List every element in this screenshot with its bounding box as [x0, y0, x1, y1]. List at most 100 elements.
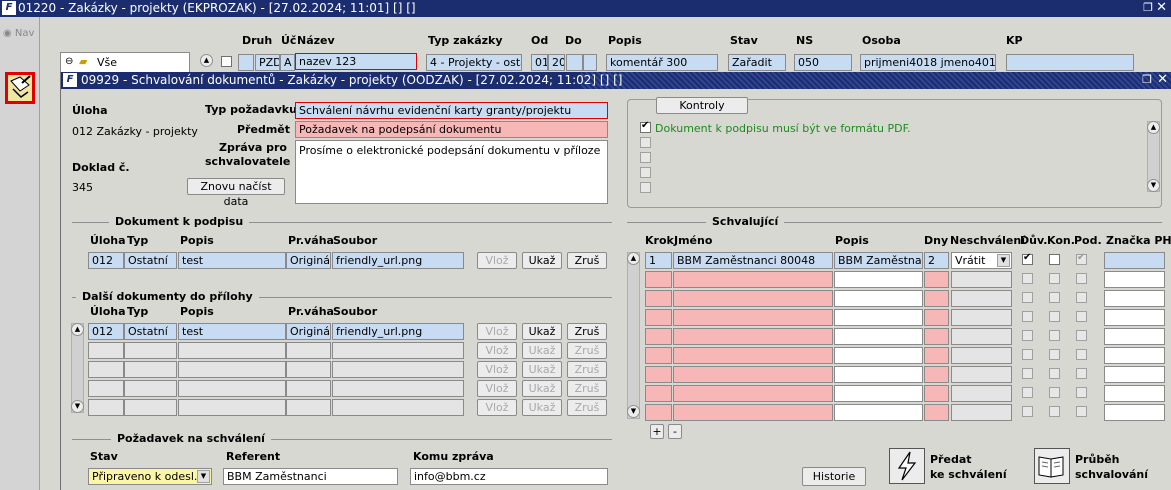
- attach-empty-cell[interactable]: [124, 361, 177, 378]
- blank-field-2[interactable]: [566, 54, 583, 71]
- ap-duv-checkbox[interactable]: ✔: [1022, 252, 1033, 265]
- approver-empty-cell[interactable]: [1104, 385, 1165, 402]
- kontroly-checkbox-4[interactable]: [640, 167, 651, 178]
- approver-empty-cell[interactable]: [834, 385, 923, 402]
- predat-button[interactable]: [889, 448, 925, 484]
- doc-vloz-button[interactable]: Vlož: [477, 252, 517, 269]
- approver-empty-cell[interactable]: [673, 404, 833, 421]
- remove-row-button[interactable]: -: [668, 424, 682, 439]
- attach-scroll-up-icon[interactable]: ▲: [71, 323, 84, 336]
- attach-ukaz-button[interactable]: Ukaž: [522, 342, 562, 359]
- stav-select[interactable]: Připraveno k odesl. ▼: [88, 468, 212, 485]
- attach-empty-cell[interactable]: [332, 399, 464, 416]
- ap-popis-field[interactable]: BBM Zaměstnanc: [834, 252, 923, 269]
- approver-empty-cell[interactable]: [951, 366, 1012, 383]
- approvers-scroll-up-icon[interactable]: ▲: [627, 252, 640, 265]
- approver-empty-cell[interactable]: [673, 366, 833, 383]
- attach-prvaha-field[interactable]: Originál: [286, 323, 331, 340]
- approver-empty-checkbox[interactable]: [1076, 311, 1087, 322]
- tree-view[interactable]: ⊖ ▰ Vše: [60, 52, 190, 74]
- approver-empty-checkbox[interactable]: [1076, 273, 1087, 284]
- approver-empty-cell[interactable]: [1104, 366, 1165, 383]
- approver-empty-cell[interactable]: [673, 309, 833, 326]
- approver-empty-cell[interactable]: [645, 385, 672, 402]
- approver-empty-checkbox[interactable]: [1076, 349, 1087, 360]
- popis-field[interactable]: komentář 300: [606, 54, 718, 71]
- tree-expand-icon[interactable]: ⊖: [65, 56, 73, 67]
- attach-empty-cell[interactable]: [178, 342, 286, 359]
- add-row-button[interactable]: +: [650, 424, 664, 439]
- approver-empty-cell[interactable]: [673, 385, 833, 402]
- attach-popis-field[interactable]: test: [178, 323, 286, 340]
- approver-empty-cell[interactable]: [951, 271, 1012, 288]
- attach-empty-cell[interactable]: [88, 399, 124, 416]
- doc-uloha-field[interactable]: 012: [88, 252, 124, 269]
- ap-dny-field[interactable]: 2: [924, 252, 949, 269]
- approver-empty-checkbox[interactable]: [1049, 387, 1060, 398]
- approver-empty-checkbox[interactable]: [1022, 349, 1033, 360]
- approver-empty-checkbox[interactable]: [1049, 406, 1060, 417]
- approver-empty-cell[interactable]: [1104, 290, 1165, 307]
- attach-ukaz-button[interactable]: Ukaž: [522, 380, 562, 397]
- approver-empty-cell[interactable]: [1104, 328, 1165, 345]
- attach-empty-cell[interactable]: [88, 380, 124, 397]
- druh-field[interactable]: PZD: [255, 54, 280, 71]
- komu-field[interactable]: info@bbm.cz: [410, 468, 608, 485]
- approver-empty-cell[interactable]: [673, 271, 833, 288]
- attach-ukaz-button[interactable]: Ukaž: [522, 323, 562, 340]
- approver-empty-cell[interactable]: [951, 385, 1012, 402]
- kontroly-checkbox-3[interactable]: [640, 152, 651, 163]
- attach-soubor-field[interactable]: friendly_url.png: [332, 323, 464, 340]
- attach-empty-cell[interactable]: [88, 361, 124, 378]
- approver-empty-cell[interactable]: [645, 347, 672, 364]
- blank-field-3[interactable]: [583, 54, 597, 71]
- attach-empty-cell[interactable]: [124, 380, 177, 397]
- referent-field[interactable]: BBM Zaměstnanci: [223, 468, 398, 485]
- ap-kon-checkbox[interactable]: [1049, 254, 1060, 265]
- attach-uloha-field[interactable]: 012: [88, 323, 124, 340]
- ap-znacka-field[interactable]: [1104, 252, 1165, 269]
- approver-empty-cell[interactable]: [645, 309, 672, 326]
- attach-vloz-button[interactable]: Vlož: [477, 399, 517, 416]
- approver-empty-cell[interactable]: [951, 347, 1012, 364]
- ap-jmeno-field[interactable]: BBM Zaměstnanci 80048: [673, 252, 833, 269]
- attach-ukaz-button[interactable]: Ukaž: [522, 361, 562, 378]
- kontroly-scroll-down-icon[interactable]: ▼: [1147, 179, 1160, 192]
- approver-empty-cell[interactable]: [834, 271, 923, 288]
- attach-empty-cell[interactable]: [332, 380, 464, 397]
- attach-empty-cell[interactable]: [332, 342, 464, 359]
- attach-vloz-button[interactable]: Vlož: [477, 380, 517, 397]
- restore-icon[interactable]: ❐: [1143, 1, 1153, 14]
- approver-empty-checkbox[interactable]: [1022, 311, 1033, 322]
- approver-empty-checkbox[interactable]: [1022, 387, 1033, 398]
- approver-empty-checkbox[interactable]: [1049, 311, 1060, 322]
- uc-field[interactable]: A: [280, 54, 295, 71]
- approver-empty-checkbox[interactable]: [1049, 330, 1060, 341]
- approver-empty-checkbox[interactable]: [1049, 349, 1060, 360]
- attach-scroll-down-icon[interactable]: ▼: [71, 400, 84, 413]
- approver-empty-cell[interactable]: [673, 347, 833, 364]
- approver-empty-cell[interactable]: [834, 328, 923, 345]
- approver-empty-cell[interactable]: [1104, 309, 1165, 326]
- attach-empty-cell[interactable]: [88, 342, 124, 359]
- approver-empty-cell[interactable]: [834, 309, 923, 326]
- approver-empty-cell[interactable]: [645, 271, 672, 288]
- doc-soubor-field[interactable]: friendly_url.png: [332, 252, 464, 269]
- do-field[interactable]: 20: [548, 54, 565, 71]
- ap-krok-field[interactable]: 1: [645, 252, 672, 269]
- attach-zrus-button[interactable]: Zruš: [567, 399, 607, 416]
- attach-empty-cell[interactable]: [286, 361, 331, 378]
- approver-empty-cell[interactable]: [951, 328, 1012, 345]
- approver-empty-cell[interactable]: [1104, 404, 1165, 421]
- doc-popis-field[interactable]: test: [178, 252, 286, 269]
- attach-empty-cell[interactable]: [124, 342, 177, 359]
- scroll-up-icon[interactable]: ▲: [200, 54, 213, 67]
- attach-zrus-button[interactable]: Zruš: [567, 361, 607, 378]
- approver-empty-cell[interactable]: [951, 290, 1012, 307]
- stav-field[interactable]: Zařadit: [728, 54, 786, 71]
- dialog-close-icon[interactable]: ✕: [1157, 72, 1168, 87]
- attach-vloz-button[interactable]: Vlož: [477, 361, 517, 378]
- approvers-scroll-down-icon[interactable]: ▼: [627, 405, 640, 418]
- approver-empty-cell[interactable]: [645, 404, 672, 421]
- approver-empty-checkbox[interactable]: [1076, 330, 1087, 341]
